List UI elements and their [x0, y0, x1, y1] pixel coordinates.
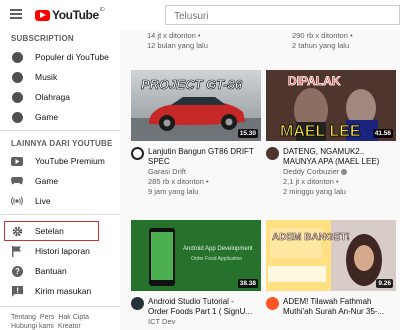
sidebar-item-label: Olahraga	[35, 92, 70, 102]
sidebar-item-sports[interactable]: Olahraga	[0, 87, 120, 107]
feedback-icon	[11, 285, 23, 297]
video-duration: 9.26	[376, 279, 393, 288]
help-icon: ?	[11, 265, 23, 277]
youtube-app: YouTube ID SUBSCRIPTION Populer di YouTu…	[0, 0, 400, 330]
logo-text: YouTube	[52, 8, 99, 22]
sports-channel-icon	[11, 91, 23, 103]
video-duration: 41.56	[372, 129, 393, 138]
sidebar-item-popular[interactable]: Populer di YouTube	[0, 47, 120, 67]
video-views: 2,1 jt x ditonton •	[283, 177, 339, 186]
channel-avatar[interactable]	[131, 297, 144, 310]
channel-avatar[interactable]	[131, 147, 144, 160]
video-age: 2 minggu yang lalu	[283, 187, 346, 196]
footer-link-contact[interactable]: Hubungi kami	[11, 323, 54, 330]
sidebar-item-label: Musik	[35, 72, 58, 82]
video-thumbnail[interactable]: ADEM BANGET! 9.26	[266, 220, 396, 291]
svg-text:?: ?	[15, 267, 20, 276]
hamburger-menu-icon[interactable]	[10, 9, 22, 19]
video-views: 290 rb x ditonton •	[292, 31, 353, 40]
sidebar-item-label: YouTube Premium	[35, 156, 105, 166]
video-age: 12 bulan yang lalu	[147, 41, 208, 50]
sidebar-item-label: Histori laporan	[35, 246, 90, 256]
flag-icon	[11, 245, 23, 257]
sidebar: SUBSCRIPTION Populer di YouTube Musik Ol…	[0, 30, 120, 330]
logo-country-code: ID	[99, 7, 105, 13]
sidebar-item-label: Kirim masukan	[35, 286, 92, 296]
video-title[interactable]: DATENG, NGAMUK2.. MAUNYA APA (MAEL LEE)	[283, 147, 396, 167]
video-views: 14 jt x ditonton •	[147, 31, 201, 40]
video-duration: 38.38	[237, 279, 258, 288]
subscription-heading: SUBSCRIPTION	[11, 34, 74, 43]
sidebar-item-help[interactable]: ? Bantuan	[0, 261, 120, 281]
video-title[interactable]: ADEM! Tilawah Fathmah Muthi'ah Surah An-N…	[283, 297, 396, 317]
video-meta-partial-1: 14 jt x ditonton • 12 bulan yang lalu	[147, 31, 208, 51]
thumbnail-text: PROJECT GT-86	[141, 77, 243, 92]
video-card[interactable]: Android App Development Order Food Appli…	[131, 220, 261, 327]
youtube-premium-icon	[11, 155, 23, 167]
video-meta: Lanjutin Bangun GT86 DRIFT SPEC Garasi Dr…	[131, 147, 261, 197]
more-from-youtube-heading: LAINNYA DARI YOUTUBE	[11, 139, 113, 148]
video-grid: 14 jt x ditonton • 12 bulan yang lalu 29…	[120, 30, 400, 330]
video-meta-partial-2: 290 rb x ditonton • 2 tahun yang lalu	[292, 31, 353, 51]
music-channel-icon	[11, 71, 23, 83]
sidebar-item-youtube-premium[interactable]: YouTube Premium	[0, 151, 120, 171]
sidebar-item-game-channel[interactable]: Game	[0, 107, 120, 127]
sidebar-item-label: Populer di YouTube	[35, 52, 109, 62]
thumbnail-text-bottom: MAEL LEE	[280, 123, 361, 140]
sidebar-item-music[interactable]: Musik	[0, 67, 120, 87]
thumbnail-text-top: DIPALAK	[288, 74, 341, 88]
sidebar-item-label: Game	[35, 176, 59, 186]
video-card[interactable]: PROJECT GT-86 15.30 Lanjutin Bangun GT86…	[131, 70, 261, 197]
video-age: 2 tahun yang lalu	[292, 41, 350, 50]
sidebar-divider	[0, 306, 120, 307]
video-thumbnail[interactable]: PROJECT GT-86 15.30	[131, 70, 261, 141]
footer-link-about[interactable]: Tentang	[11, 314, 36, 321]
youtube-logo[interactable]: YouTube ID	[35, 7, 105, 22]
search-input[interactable]	[166, 7, 399, 26]
channel-avatar[interactable]	[266, 147, 279, 160]
footer-link-creators[interactable]: Kreator	[58, 323, 81, 330]
channel-name[interactable]: Garasi Drift	[148, 167, 261, 177]
thumbnail-subtext: Order Food Application	[191, 256, 242, 262]
sidebar-divider	[0, 130, 120, 131]
sidebar-item-label: Game	[35, 112, 59, 122]
search-box[interactable]	[165, 5, 400, 26]
video-card[interactable]: ADEM BANGET! 9.26 ADEM! Tilawah Fathmah M…	[266, 220, 396, 317]
video-title[interactable]: Android Studio Tutorial - Order Foods Par…	[148, 297, 261, 317]
video-age: 9 jam yang lalu	[148, 187, 199, 196]
settings-highlight-box	[4, 221, 99, 241]
footer-links: Tentang Pers Hak Cipta Hubungi kami Kreator	[11, 313, 116, 330]
channel-name[interactable]: ICT Dev	[148, 317, 261, 327]
verified-icon	[341, 169, 348, 176]
video-views: 285 rb x ditonton •	[148, 177, 209, 186]
channel-name[interactable]: Deddy Corbuzier	[283, 167, 396, 177]
video-duration: 15.30	[237, 129, 258, 138]
sidebar-item-report-history[interactable]: Histori laporan	[0, 241, 120, 261]
video-meta: Android Studio Tutorial - Order Foods Par…	[131, 297, 261, 327]
popular-channel-icon	[11, 51, 23, 63]
thumbnail-text: ADEM BANGET!	[272, 232, 350, 243]
video-thumbnail[interactable]: Android App Development Order Food Appli…	[131, 220, 261, 291]
video-meta: DATENG, NGAMUK2.. MAUNYA APA (MAEL LEE) D…	[266, 147, 396, 197]
video-meta: ADEM! Tilawah Fathmah Muthi'ah Surah An-N…	[266, 297, 396, 317]
sidebar-item-label: Live	[35, 196, 51, 206]
top-bar: YouTube ID	[0, 0, 400, 30]
sidebar-divider	[0, 214, 120, 215]
youtube-play-icon	[35, 9, 50, 21]
channel-avatar[interactable]	[266, 297, 279, 310]
video-card[interactable]: DIPALAK MAEL LEE 41.56 DATENG, NGAMUK2..…	[266, 70, 396, 197]
gaming-channel-icon	[11, 111, 23, 123]
thumbnail-text: Android App Development	[183, 246, 253, 252]
sidebar-item-send-feedback[interactable]: Kirim masukan	[0, 281, 120, 301]
sidebar-item-live[interactable]: Live	[0, 191, 120, 211]
footer-link-copyright[interactable]: Hak Cipta	[58, 314, 89, 321]
video-title[interactable]: Lanjutin Bangun GT86 DRIFT SPEC	[148, 147, 261, 167]
sidebar-item-label: Bantuan	[35, 266, 67, 276]
footer-link-press[interactable]: Pers	[40, 314, 54, 321]
video-thumbnail[interactable]: DIPALAK MAEL LEE 41.56	[266, 70, 396, 141]
gaming-icon	[11, 175, 23, 187]
sidebar-item-gaming[interactable]: Game	[0, 171, 120, 191]
live-icon	[11, 195, 23, 207]
